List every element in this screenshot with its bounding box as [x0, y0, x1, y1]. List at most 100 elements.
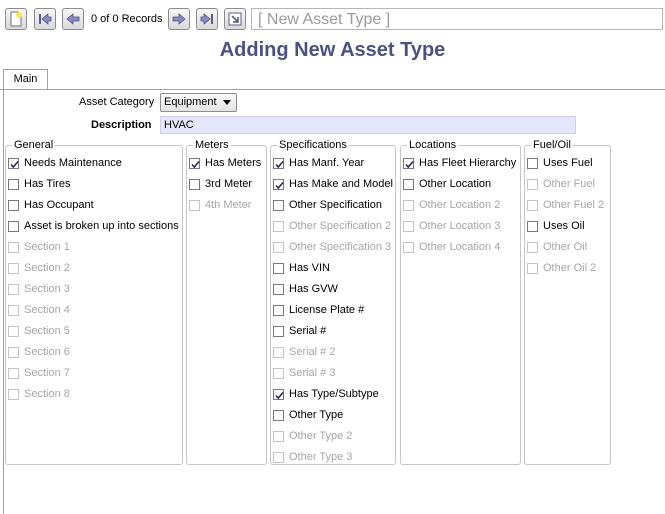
last-record-icon: [200, 13, 213, 25]
checkbox: [273, 346, 284, 358]
checkbox-row: Section 4: [8, 302, 70, 318]
checkbox-row: Other Location 2: [403, 197, 500, 213]
checkbox: [273, 430, 284, 442]
checkbox-checked[interactable]: [273, 157, 284, 169]
previous-record-button[interactable]: [62, 8, 84, 30]
checkbox[interactable]: [8, 199, 19, 211]
checkbox-row: Other Location 4: [403, 239, 500, 255]
checkbox-row[interactable]: Has Type/Subtype: [273, 386, 379, 402]
dropdown-arrow-icon: [223, 100, 231, 105]
new-record-button[interactable]: [5, 8, 27, 30]
checkbox-checked[interactable]: [189, 157, 200, 169]
checkbox-row[interactable]: Has VIN: [273, 260, 330, 276]
checkbox-row[interactable]: Asset is broken up into sections: [8, 218, 179, 234]
checkbox-label: Has Manf. Year: [289, 157, 365, 169]
checkbox: [189, 199, 200, 211]
checkbox-row[interactable]: Has Manf. Year: [273, 155, 364, 171]
checkbox-row[interactable]: Has Fleet Hierarchy: [403, 155, 516, 171]
checkbox: [403, 241, 414, 253]
checkbox-row[interactable]: Other Location: [403, 176, 491, 192]
checkbox: [403, 220, 414, 232]
description-label: Description: [91, 119, 152, 131]
first-record-icon: [39, 13, 52, 25]
checkbox-label: Other Specification: [289, 199, 382, 211]
checkbox: [273, 367, 284, 379]
checkbox-row[interactable]: Has GVW: [273, 281, 338, 297]
checkbox-label: Other Location 2: [419, 199, 501, 211]
checkbox-row[interactable]: Has Make and Model: [273, 176, 393, 192]
checkbox-label: Section 2: [24, 262, 70, 274]
checkbox-row[interactable]: Needs Maintenance: [8, 155, 122, 171]
tab-main[interactable]: Main: [3, 69, 48, 89]
checkbox-row[interactable]: 3rd Meter: [189, 176, 252, 192]
checkbox-row[interactable]: Other Type: [273, 407, 343, 423]
asset-category-value: Equipment: [164, 96, 217, 108]
checkbox[interactable]: [273, 409, 284, 421]
checkbox: [8, 367, 19, 379]
checkbox-label: Other Location 3: [419, 220, 501, 232]
description-input[interactable]: HVAC: [160, 116, 576, 134]
checkbox-row: Other Fuel 2: [527, 197, 604, 213]
group-specifications: Specifications Has Manf. Year Has Make an…: [270, 139, 396, 465]
checkbox-row[interactable]: Other Specification: [273, 197, 382, 213]
checkbox-label: Has Tires: [24, 178, 71, 190]
checkbox-label: Section 8: [24, 388, 70, 400]
checkbox: [8, 262, 19, 274]
checkbox: [527, 241, 538, 253]
checkbox-label: Other Type: [289, 409, 344, 421]
checkbox-label: Other Fuel: [543, 178, 595, 190]
checkbox: [527, 178, 538, 190]
checkbox-label: Has Meters: [205, 157, 262, 169]
checkbox: [8, 241, 19, 253]
checkbox-row[interactable]: Uses Fuel: [527, 155, 593, 171]
checkbox[interactable]: [403, 178, 414, 190]
checkbox[interactable]: [273, 304, 284, 316]
next-record-button[interactable]: [168, 8, 190, 30]
checkbox[interactable]: [527, 157, 538, 169]
page-title: Adding New Asset Type: [219, 39, 446, 61]
checkbox: [273, 451, 284, 463]
first-record-button[interactable]: [34, 8, 56, 30]
checkbox-row[interactable]: Has Tires: [8, 176, 70, 192]
checkbox-label: Other Type 2: [289, 430, 353, 442]
checkbox-row: Section 8: [8, 386, 70, 402]
checkbox-checked[interactable]: [273, 178, 284, 190]
checkbox[interactable]: [273, 325, 284, 337]
checkbox[interactable]: [8, 178, 19, 190]
checkbox[interactable]: [8, 220, 19, 232]
checkbox-row: Other Specification 3: [273, 239, 391, 255]
arrow-right-icon: [172, 13, 186, 25]
checkbox-row[interactable]: Has Occupant: [8, 197, 94, 213]
checkbox: [527, 262, 538, 274]
checkbox-row[interactable]: Serial #: [273, 323, 326, 339]
last-record-button[interactable]: [196, 8, 218, 30]
checkbox-label: Needs Maintenance: [24, 157, 122, 169]
checkbox-checked[interactable]: [8, 157, 19, 169]
checkbox[interactable]: [273, 262, 284, 274]
checkbox-label: Section 3: [24, 283, 70, 295]
checkbox-checked[interactable]: [403, 157, 414, 169]
checkbox: [8, 325, 19, 337]
group-title-meters: Meters: [193, 139, 231, 151]
goto-record-button[interactable]: [224, 8, 246, 30]
checkbox[interactable]: [527, 220, 538, 232]
checkbox-label: Uses Fuel: [543, 157, 593, 169]
group-fuel-oil: Fuel/Oil Uses Fuel Other Fuel Other Fuel 2…: [524, 139, 611, 465]
asset-category-select[interactable]: Equipment: [160, 93, 237, 112]
checkbox-label: Other Location: [419, 178, 492, 190]
group-title-fuel-oil: Fuel/Oil: [531, 139, 573, 151]
checkbox[interactable]: [273, 199, 284, 211]
new-document-icon: [10, 11, 22, 27]
checkbox-row[interactable]: Uses Oil: [527, 218, 585, 234]
checkbox-label: Serial #: [289, 325, 327, 337]
checkbox[interactable]: [273, 283, 284, 295]
checkbox-row: Section 1: [8, 239, 70, 255]
arrow-left-icon: [66, 13, 80, 25]
checkbox-row: Section 5: [8, 323, 70, 339]
checkbox-label: Has Type/Subtype: [289, 388, 379, 400]
group-general: General Needs Maintenance Has Tires Has Oc…: [5, 139, 183, 465]
checkbox[interactable]: [189, 178, 200, 190]
checkbox-checked[interactable]: [273, 388, 284, 400]
checkbox-row[interactable]: License Plate #: [273, 302, 364, 318]
checkbox-row[interactable]: Has Meters: [189, 155, 261, 171]
